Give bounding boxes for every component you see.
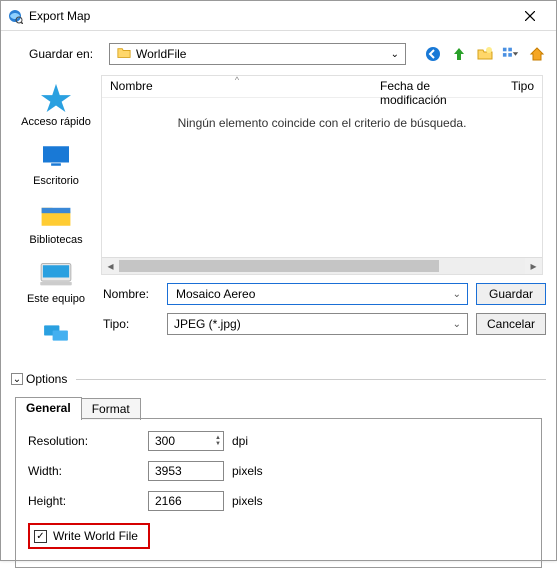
quick-access-icon bbox=[35, 81, 77, 113]
resolution-input[interactable] bbox=[153, 433, 203, 449]
col-type[interactable]: Tipo bbox=[502, 76, 542, 97]
chevron-down-icon[interactable]: ⌄ bbox=[453, 319, 461, 330]
nav-this-pc[interactable]: Este equipo bbox=[16, 254, 96, 313]
resolution-spinner[interactable]: ▲ ▼ bbox=[215, 435, 221, 447]
separator bbox=[76, 379, 546, 380]
spin-down-icon[interactable]: ▼ bbox=[215, 441, 221, 447]
col-modified[interactable]: Fecha de modificación bbox=[372, 76, 502, 97]
height-field[interactable] bbox=[148, 491, 224, 511]
toolbar-icons bbox=[424, 45, 546, 63]
places-bar: Acceso rápido Escritorio bbox=[11, 75, 101, 360]
width-field[interactable] bbox=[148, 461, 224, 481]
up-icon[interactable] bbox=[450, 45, 468, 63]
filetype-value: JPEG (*.jpg) bbox=[174, 317, 241, 331]
scroll-right-button[interactable]: ▸ bbox=[525, 258, 542, 275]
sort-indicator-icon: ^ bbox=[235, 75, 239, 85]
desktop-icon bbox=[35, 140, 77, 172]
options-toggle-bar: ⌄ Options bbox=[11, 372, 546, 386]
this-pc-icon bbox=[35, 258, 77, 290]
export-map-dialog: Export Map Guardar en: WorldFile ⌄ bbox=[0, 0, 557, 561]
filename-field[interactable]: ⌄ bbox=[167, 283, 468, 305]
filetype-dropdown[interactable]: JPEG (*.jpg) ⌄ bbox=[167, 313, 468, 335]
filetype-label: Tipo: bbox=[101, 317, 159, 331]
empty-message: Ningún elemento coincide con el criterio… bbox=[102, 116, 542, 130]
cancel-button[interactable]: Cancelar bbox=[476, 313, 546, 335]
nav-libraries[interactable]: Bibliotecas bbox=[16, 195, 96, 254]
height-row: Height: pixels bbox=[28, 491, 529, 511]
width-row: Width: pixels bbox=[28, 461, 529, 481]
filename-input[interactable] bbox=[174, 286, 453, 302]
nav-network[interactable] bbox=[16, 313, 96, 360]
resolution-field[interactable]: ▲ ▼ bbox=[148, 431, 224, 451]
file-list-header[interactable]: ^ Nombre Fecha de modificación Tipo bbox=[102, 76, 542, 98]
resolution-unit: dpi bbox=[232, 434, 272, 448]
filetype-row: Tipo: JPEG (*.jpg) ⌄ Cancelar bbox=[101, 313, 546, 335]
network-icon bbox=[35, 317, 77, 349]
width-input[interactable] bbox=[153, 463, 203, 479]
chevron-down-icon[interactable]: ⌄ bbox=[453, 289, 461, 300]
titlebar: Export Map bbox=[1, 1, 556, 31]
options-tabs: General Format bbox=[15, 397, 546, 419]
options-collapse-button[interactable]: ⌄ bbox=[11, 373, 23, 385]
height-input[interactable] bbox=[153, 493, 203, 509]
save-button[interactable]: Guardar bbox=[476, 283, 546, 305]
width-unit: pixels bbox=[232, 464, 272, 478]
close-button[interactable] bbox=[510, 1, 550, 31]
horizontal-scrollbar[interactable]: ◂ ▸ bbox=[102, 257, 542, 274]
save-in-label: Guardar en: bbox=[29, 47, 101, 61]
scroll-track[interactable] bbox=[119, 258, 525, 274]
col-name[interactable]: ^ Nombre bbox=[102, 76, 372, 97]
app-icon bbox=[7, 8, 23, 24]
options-label: Options bbox=[26, 372, 67, 386]
view-menu-icon[interactable] bbox=[502, 45, 520, 63]
filename-row: Nombre: ⌄ Guardar bbox=[101, 283, 546, 305]
save-in-row: Guardar en: WorldFile ⌄ bbox=[29, 43, 546, 65]
back-icon[interactable] bbox=[424, 45, 442, 63]
height-label: Height: bbox=[28, 494, 148, 508]
home-icon[interactable] bbox=[528, 45, 546, 63]
libraries-icon bbox=[35, 199, 77, 231]
save-in-dropdown[interactable]: WorldFile ⌄ bbox=[109, 43, 406, 65]
nav-quick-access[interactable]: Acceso rápido bbox=[16, 77, 96, 136]
height-unit: pixels bbox=[232, 494, 272, 508]
scroll-left-button[interactable]: ◂ bbox=[102, 258, 119, 275]
write-world-file-highlight: ✓ Write World File bbox=[28, 523, 150, 549]
filename-label: Nombre: bbox=[101, 287, 159, 301]
tab-format[interactable]: Format bbox=[81, 398, 141, 420]
resolution-label: Resolution: bbox=[28, 434, 148, 448]
write-world-file-checkbox[interactable]: ✓ bbox=[34, 530, 47, 543]
resolution-row: Resolution: ▲ ▼ dpi bbox=[28, 431, 529, 451]
window-title: Export Map bbox=[29, 9, 510, 23]
general-panel: Resolution: ▲ ▼ dpi Width: pixels He bbox=[15, 418, 542, 568]
save-in-value: WorldFile bbox=[136, 47, 186, 61]
width-label: Width: bbox=[28, 464, 148, 478]
file-list-pane: ^ Nombre Fecha de modificación Tipo Ning… bbox=[101, 75, 543, 275]
tab-general[interactable]: General bbox=[15, 397, 82, 419]
folder-icon bbox=[116, 46, 132, 63]
write-world-file-label: Write World File bbox=[53, 529, 138, 543]
nav-desktop[interactable]: Escritorio bbox=[16, 136, 96, 195]
new-folder-icon[interactable] bbox=[476, 45, 494, 63]
scroll-thumb[interactable] bbox=[119, 260, 439, 272]
chevron-down-icon: ⌄ bbox=[391, 49, 399, 60]
